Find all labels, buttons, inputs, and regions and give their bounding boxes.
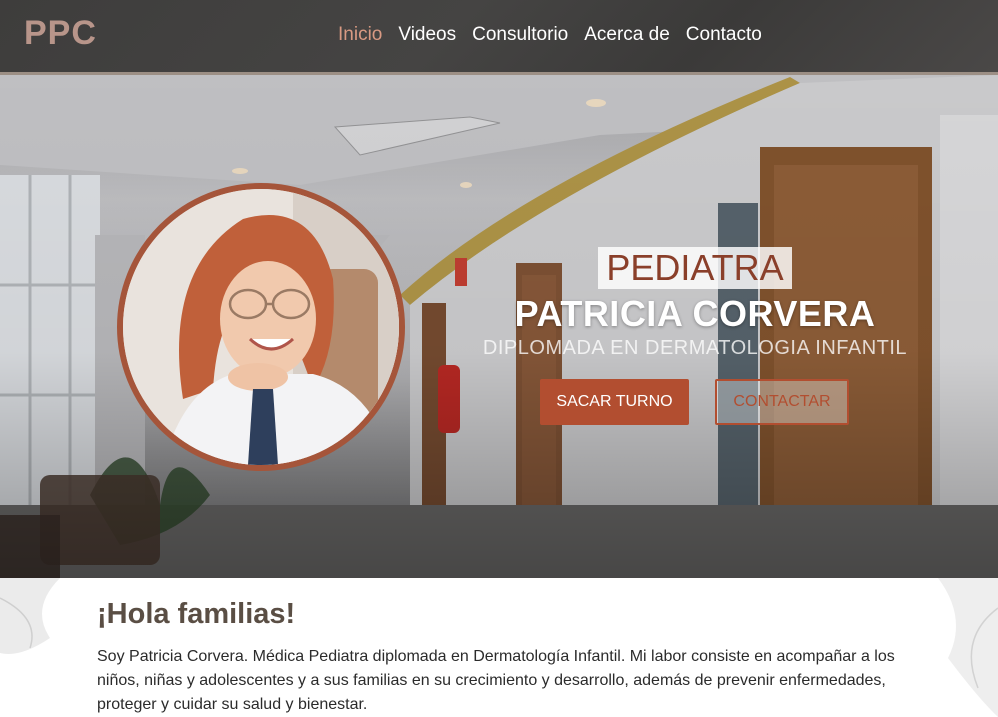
intro-text: Soy Patricia Corvera. Médica Pediatra di… (97, 648, 895, 713)
contactar-button[interactable]: CONTACTAR (715, 379, 849, 425)
intro-title: ¡Hola familias! (97, 598, 296, 630)
brand-logo[interactable]: PPC (24, 14, 97, 53)
hero-role: PEDIATRA (598, 247, 792, 289)
main-nav: Inicio Videos Consultorio Acerca de Cont… (338, 24, 762, 46)
sacar-turno-button[interactable]: SACAR TURNO (540, 379, 689, 425)
hero-heading-block: PEDIATRA PATRICIA CORVERA DIPLOMADA EN D… (470, 247, 920, 360)
nav-link-contacto[interactable]: Contacto (686, 24, 762, 46)
intro-section: ¡Hola familias! Soy Patricia Corvera. Mé… (0, 578, 998, 717)
nav-link-videos[interactable]: Videos (398, 24, 456, 46)
hero-doctor-name: PATRICIA CORVERA (514, 293, 876, 334)
nav-link-consultorio[interactable]: Consultorio (472, 24, 568, 46)
nav-link-inicio[interactable]: Inicio (338, 24, 382, 46)
doctor-photo-image (123, 189, 399, 465)
nav-link-acerca-de[interactable]: Acerca de (584, 24, 670, 46)
top-navbar: PPC Inicio Videos Consultorio Acerca de … (0, 0, 998, 75)
hero-section: PEDIATRA PATRICIA CORVERA DIPLOMADA EN D… (0, 75, 998, 578)
doctor-portrait (117, 183, 405, 471)
hero-subtitle: DIPLOMADA EN DERMATOLOGIA INFANTIL (482, 337, 908, 359)
